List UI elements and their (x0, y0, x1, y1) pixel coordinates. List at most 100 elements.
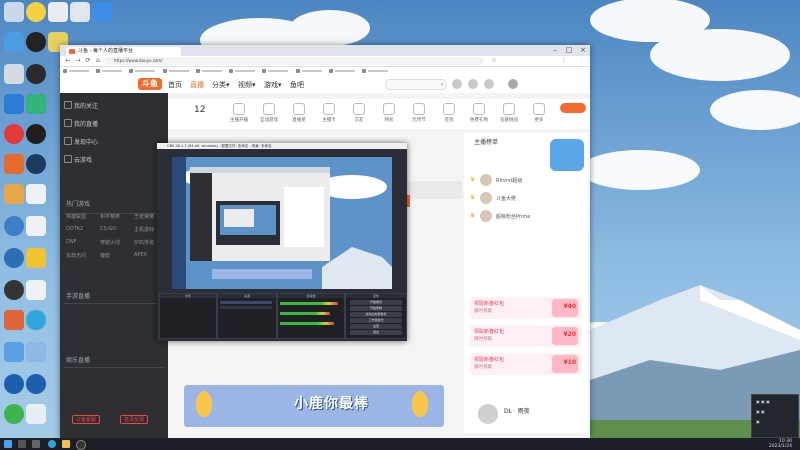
settings-button[interactable]: 设置 (350, 324, 402, 329)
download-icon[interactable] (484, 79, 494, 89)
bookmark-item[interactable] (295, 67, 324, 75)
desktop-icon-search[interactable] (4, 374, 24, 394)
minimize-icon[interactable]: – (548, 45, 562, 56)
category-item[interactable]: 签到 (438, 103, 460, 123)
home-icon[interactable]: ⌂ (94, 57, 102, 65)
sidebar-item-mylive[interactable]: 我的直播 (74, 119, 98, 128)
sidebar-game[interactable]: 永劫无间 (66, 252, 86, 259)
desktop-icon-app[interactable] (26, 2, 46, 22)
nav-live[interactable]: 直播 (190, 80, 204, 90)
desktop-icon-office[interactable] (4, 310, 24, 330)
streamer-card[interactable]: DL · 雨夜 (470, 398, 580, 428)
back-icon[interactable]: ← (64, 57, 72, 65)
desktop-icon-app[interactable] (4, 64, 24, 84)
sidebar-game[interactable]: 炉石传说 (134, 239, 154, 246)
sidebar-game[interactable]: 和平精英 (100, 213, 120, 220)
sidebar-item-follow[interactable]: 我的关注 (74, 101, 98, 110)
rank-row[interactable]: ♛ Ritvrst超级 (468, 173, 584, 187)
desktop-icon-app[interactable] (4, 32, 24, 52)
nav-yuba[interactable]: 鱼吧 (290, 80, 304, 90)
bookmark-item[interactable] (96, 67, 124, 75)
sidebar-game[interactable]: 穿越火线 (100, 239, 120, 246)
category-item[interactable]: 互动游戏 (258, 103, 280, 123)
sidebar-game[interactable]: 魔兽 (100, 252, 110, 259)
pc-client-badge[interactable] (560, 103, 586, 113)
browser-tab-douyu[interactable]: 斗鱼 - 每个人的直播平台 (66, 47, 181, 56)
maximize-icon[interactable]: □ (562, 45, 576, 56)
category-item[interactable]: 更多 (528, 103, 550, 123)
desktop-icon-steam[interactable] (26, 154, 46, 174)
star-icon[interactable]: ☆ (490, 57, 498, 65)
taskbar-search-icon[interactable] (18, 440, 26, 448)
exit-button[interactable]: 退出 (350, 330, 402, 335)
bookmark-item[interactable] (162, 67, 191, 75)
virtual-camera-button[interactable]: 启动虚拟摄像机 (350, 312, 402, 317)
extensions-icon[interactable]: ⋮ (560, 57, 568, 65)
desktop-icon-app[interactable] (4, 184, 24, 204)
refresh-icon[interactable]: ⟳ (84, 57, 92, 65)
category-item[interactable]: 主播开播 (228, 103, 250, 123)
desktop-icon-qq[interactable] (26, 124, 46, 144)
history-icon[interactable] (452, 79, 462, 89)
promo-banner[interactable]: 小鹿你最棒 (184, 385, 444, 427)
taskbar-task-view-icon[interactable] (32, 440, 40, 448)
start-recording-button[interactable]: 开始录制 (350, 306, 402, 311)
message-icon[interactable] (468, 79, 478, 89)
nav-category[interactable]: 分类▾ (212, 80, 230, 90)
nav-video[interactable]: 视频▾ (238, 80, 256, 90)
desktop-icon-app[interactable] (4, 94, 24, 114)
douyu-logo[interactable]: 斗鱼 (138, 78, 162, 90)
desktop-icon-obs[interactable] (26, 32, 46, 52)
bookmark-item[interactable] (195, 67, 224, 75)
sidebar-footer-button[interactable]: 斗鱼客服 (72, 415, 101, 424)
desktop-icon-app[interactable] (70, 2, 90, 22)
category-item[interactable]: 元宵节 (408, 103, 430, 123)
desktop-icon-app[interactable] (26, 248, 46, 268)
gift-card[interactable]: 领取新春红包 限时领取 ¥20 (470, 325, 582, 347)
desktop-icon-app[interactable] (26, 94, 46, 114)
nav-game[interactable]: 游戏▾ (264, 80, 282, 90)
desktop-icon-folder[interactable] (48, 2, 68, 22)
rank-row[interactable]: ♛ 超级粉丝Prime (468, 209, 584, 223)
close-icon[interactable]: × (576, 45, 590, 56)
source-item[interactable] (220, 301, 272, 304)
desktop-icon-app[interactable] (4, 154, 24, 174)
desktop-icon-app[interactable] (4, 216, 24, 236)
obs-preview[interactable] (172, 157, 392, 289)
desktop-icon-search[interactable] (26, 374, 46, 394)
url-input[interactable]: https://www.douyu.com/ (104, 57, 484, 65)
bookmark-item[interactable] (262, 67, 290, 75)
taskbar-folder-icon[interactable] (62, 440, 70, 448)
source-item[interactable] (220, 306, 272, 309)
desktop-icon-app[interactable] (4, 342, 24, 362)
sidebar-game[interactable]: DNF (66, 239, 76, 245)
bookmark-item[interactable] (63, 67, 91, 75)
desktop-icon-recycle[interactable] (4, 2, 24, 22)
sidebar-game[interactable]: APEX (134, 252, 147, 258)
sidebar-game[interactable]: CS:GO (100, 226, 116, 232)
taskbar-obs-icon[interactable] (76, 440, 86, 450)
search-icon[interactable]: ⌕ (441, 80, 444, 89)
sidebar-footer-button[interactable]: 意见反馈 (120, 415, 149, 424)
category-item[interactable]: 直播星 (288, 103, 310, 123)
sidebar-item-cloudgame[interactable]: 云游戏 (74, 155, 92, 164)
category-item[interactable]: 主播卡 (318, 103, 340, 123)
category-item[interactable]: 交友 (348, 103, 370, 123)
desktop-icon-edge[interactable] (26, 310, 46, 330)
start-streaming-button[interactable]: 开始推流 (350, 300, 402, 305)
gift-card[interactable]: 领取新春红包 限时领取 ¥10 (470, 353, 582, 375)
bookmark-item[interactable] (328, 67, 357, 75)
desktop-icon-app[interactable] (4, 280, 24, 300)
gift-card[interactable]: 领取新春红包 限时领取 ¥40 (470, 297, 582, 319)
desktop-icon-app[interactable] (26, 342, 46, 362)
nav-home[interactable]: 首页 (168, 80, 182, 90)
sidebar-item-discover[interactable]: 发现中心 (74, 137, 98, 146)
category-item[interactable]: 特权 (378, 103, 400, 123)
bookmark-item[interactable] (129, 67, 157, 75)
desktop-icon-app[interactable] (26, 404, 46, 424)
desktop-icon-app[interactable] (92, 2, 112, 22)
sidebar-game[interactable]: 英雄联盟 (66, 213, 86, 220)
bookmark-item[interactable] (362, 67, 390, 75)
category-item[interactable]: 免费礼物 (468, 103, 490, 123)
forward-icon[interactable]: → (74, 57, 82, 65)
